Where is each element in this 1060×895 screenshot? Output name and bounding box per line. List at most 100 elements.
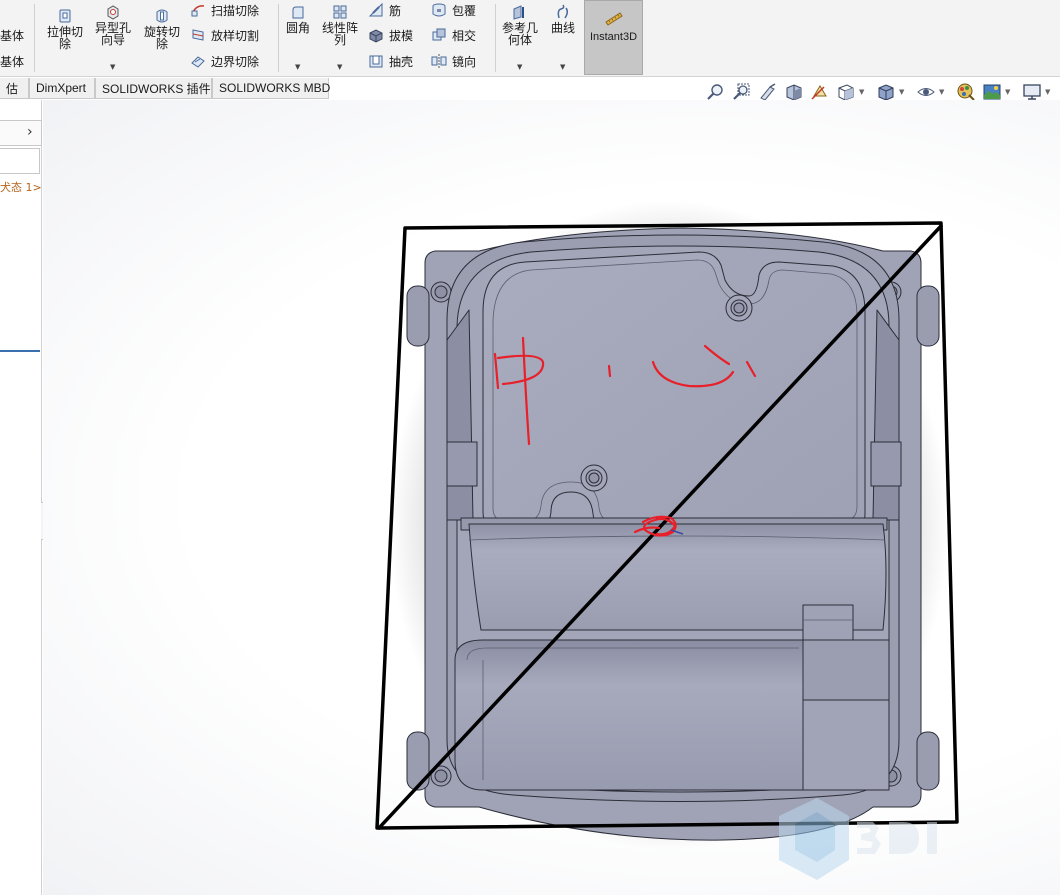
- graphics-area[interactable]: [43, 100, 1060, 895]
- ribbon-base-1[interactable]: 基体: [0, 25, 24, 45]
- instant3d-toggle[interactable]: Instant3D: [584, 0, 643, 75]
- shell-icon: [369, 55, 383, 68]
- shell-button[interactable]: 抽壳: [368, 51, 413, 71]
- boundary-cut-icon: [191, 56, 205, 68]
- feature-manager-tab-strip[interactable]: [0, 120, 42, 146]
- zoom-to-area-icon: [733, 83, 750, 100]
- feature-filter-input[interactable]: [0, 148, 40, 174]
- hole-wizard-icon: [107, 5, 119, 20]
- sweep-cut-icon: [191, 5, 205, 17]
- extrude-cut-label: 拉伸切 除: [46, 25, 83, 51]
- rib-label: 筋: [389, 3, 402, 18]
- linear-pattern-caret-icon[interactable]: ▼: [337, 61, 342, 73]
- draft-label: 拔模: [389, 28, 414, 43]
- tab-evaluate[interactable]: 估: [0, 78, 29, 99]
- tab-dimxpert-label: DimXpert: [36, 81, 87, 95]
- fillet-label: 圆角: [285, 21, 310, 35]
- mirror-button[interactable]: 镜向: [431, 51, 476, 71]
- apply-scene-caret-icon[interactable]: ▼: [1005, 88, 1010, 96]
- view-orientation-button[interactable]: [836, 82, 856, 102]
- extrude-cut-icon: [59, 9, 71, 23]
- view-orientation-caret-icon[interactable]: ▼: [859, 88, 864, 96]
- hole-wizard-caret-icon[interactable]: ▼: [110, 61, 115, 73]
- rib-icon: [368, 2, 383, 17]
- intersect-label: 相交: [452, 28, 477, 43]
- ribbon-divider: [34, 4, 35, 72]
- chevron-right-icon[interactable]: ›: [27, 124, 33, 140]
- dynamic-annotation-button[interactable]: [810, 82, 830, 102]
- curves-button[interactable]: 曲线 ▼: [548, 4, 578, 74]
- tab-evaluate-label: 估: [6, 81, 19, 96]
- linear-pattern-label: 线性阵 列: [321, 21, 358, 47]
- model-view[interactable]: [43, 100, 1060, 895]
- boundary-cut-button[interactable]: 边界切除: [190, 51, 259, 71]
- feature-manager-panel: › 犬态 1>: [0, 100, 42, 895]
- reference-geometry-button[interactable]: 参考几 何体 ▼: [499, 4, 541, 74]
- intersect-icon: [432, 28, 446, 41]
- view-settings-button[interactable]: [1022, 82, 1042, 102]
- tab-solidworks-addins-label: SOLIDWORKS 插件: [102, 81, 211, 96]
- loft-cut-icon: [192, 29, 204, 41]
- fillet-button[interactable]: 圆角 ▼: [283, 4, 313, 74]
- scene-icon: [983, 84, 1001, 100]
- instant3d-icon: [604, 12, 623, 26]
- display-style-icon: [878, 84, 894, 101]
- enclosure-part[interactable]: [406, 227, 940, 841]
- revolve-cut-button[interactable]: 旋转切 除: [141, 8, 183, 50]
- linear-pattern-icon: [333, 5, 347, 19]
- ribbon-divider: [495, 4, 496, 72]
- tab-solidworks-mbd[interactable]: SOLIDWORKS MBD: [212, 78, 331, 99]
- previous-view-button[interactable]: [758, 82, 778, 102]
- loft-cut-label: 放样切割: [211, 28, 260, 43]
- display-style-caret-icon[interactable]: ▼: [899, 88, 904, 96]
- section-view-button[interactable]: [784, 82, 804, 102]
- view-orientation-icon: [838, 84, 854, 101]
- sweep-cut-button[interactable]: 扫描切除: [190, 0, 259, 20]
- view-settings-caret-icon[interactable]: ▼: [1045, 88, 1050, 96]
- shell-label: 抽壳: [389, 54, 414, 69]
- hide-show-caret-icon[interactable]: ▼: [939, 88, 944, 96]
- loft-cut-button[interactable]: 放样切割: [190, 25, 259, 45]
- hole-wizard-button[interactable]: 异型孔 向导 ▼: [92, 4, 134, 74]
- rib-button[interactable]: 筋: [368, 0, 401, 20]
- reference-geometry-icon: [513, 5, 524, 20]
- display-style-button[interactable]: [876, 82, 896, 102]
- tab-solidworks-addins[interactable]: SOLIDWORKS 插件: [95, 78, 212, 99]
- section-view-icon: [786, 84, 802, 101]
- zoom-to-area-button[interactable]: [732, 82, 752, 102]
- intersect-button[interactable]: 相交: [431, 25, 476, 45]
- extrude-cut-button[interactable]: 拉伸切 除: [44, 8, 86, 50]
- revolve-cut-label: 旋转切 除: [143, 25, 180, 51]
- wrap-icon: [432, 3, 446, 17]
- hide-show-items-button[interactable]: [916, 82, 936, 102]
- base-1-label: 基体: [0, 28, 25, 43]
- ribbon-divider: [278, 4, 279, 72]
- curves-label: 曲线: [550, 21, 575, 35]
- command-manager-ribbon: 基体 基体 拉伸切 除 异型孔 向导 ▼ 旋转切 除 扫描切除 放样切割 边界切…: [0, 0, 1060, 77]
- sweep-cut-label: 扫描切除: [211, 3, 260, 18]
- mirror-label: 镜向: [452, 54, 477, 69]
- draft-button[interactable]: 拔模: [368, 25, 413, 45]
- monitor-icon: [1023, 84, 1041, 100]
- zoom-to-fit-button[interactable]: [706, 82, 726, 102]
- base-2-label: 基体: [0, 54, 25, 69]
- tab-solidworks-mbd-label: SOLIDWORKS MBD: [219, 81, 331, 95]
- edit-appearance-button[interactable]: [956, 82, 976, 102]
- revolve-cut-icon: [156, 9, 168, 23]
- curves-icon: [557, 4, 569, 19]
- dynamic-annotation-icon: [811, 85, 827, 100]
- fillet-caret-icon[interactable]: ▼: [295, 61, 300, 73]
- appearance-icon: [957, 83, 975, 101]
- mirror-icon: [431, 54, 447, 68]
- linear-pattern-button[interactable]: 线性阵 列 ▼: [318, 4, 362, 74]
- wrap-button[interactable]: 包覆: [431, 0, 476, 20]
- hide-show-icon: [917, 88, 935, 96]
- draft-icon: [369, 29, 383, 43]
- instant3d-label: Instant3D: [589, 31, 638, 43]
- ribbon-base-2[interactable]: 基体: [0, 51, 24, 71]
- apply-scene-button[interactable]: [982, 82, 1002, 102]
- reference-geometry-caret-icon[interactable]: ▼: [517, 61, 522, 73]
- curves-caret-icon[interactable]: ▼: [560, 61, 565, 73]
- configuration-state-label: 犬态 1>: [0, 181, 42, 194]
- tab-dimxpert[interactable]: DimXpert: [29, 78, 95, 99]
